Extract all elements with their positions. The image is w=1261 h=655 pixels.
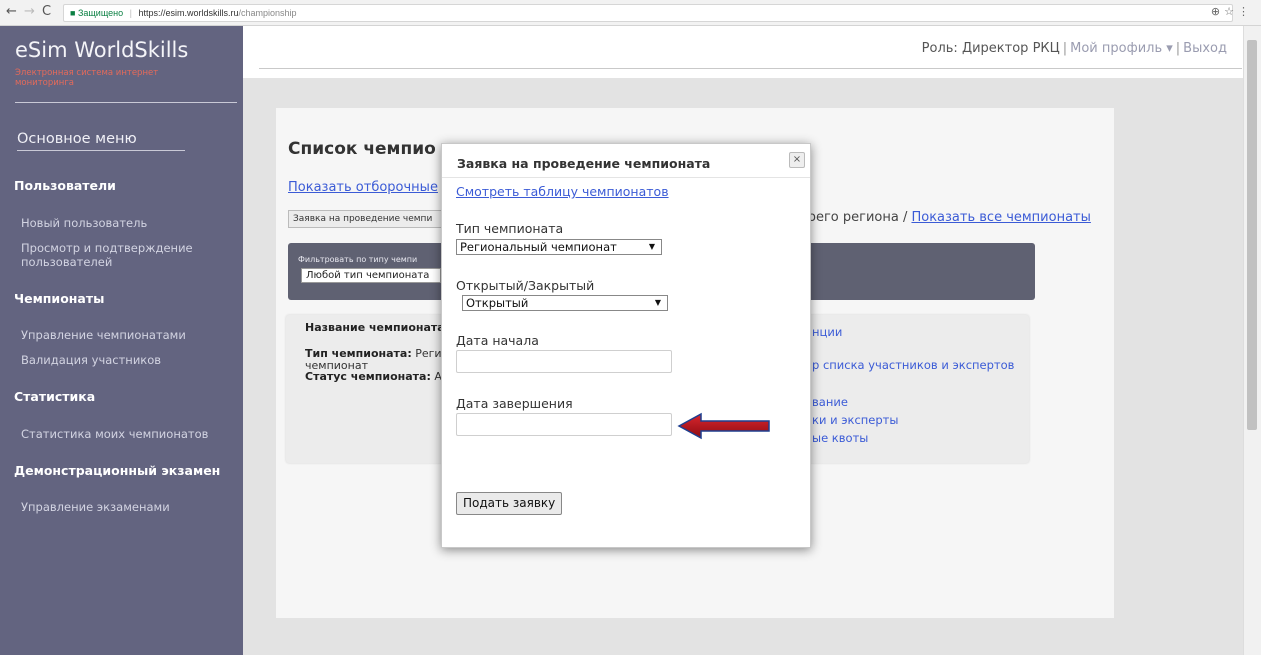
start-date-label: Дата начала [456,333,539,348]
sidebar: eSim WorldSkills Электронная система инт… [0,26,243,655]
filter-type-select[interactable]: Любой тип чемпионата [301,268,441,283]
section-users: Пользователи [14,178,116,193]
chevron-down-icon: ▼ [648,242,655,251]
show-all-championships-link[interactable]: Показать все чемпионаты [911,210,1090,225]
region-label: оего региона / [808,210,908,225]
forward-icon[interactable]: → [24,4,35,19]
sidebar-item-validate-participants[interactable]: Валидация участников [21,353,231,367]
card-status: Статус чемпионата: А [305,370,442,383]
view-championships-table-link[interactable]: Смотреть таблицу чемпионатов [456,184,669,199]
card-link-experts[interactable]: ки и эксперты [812,413,898,427]
annotation-arrow-icon [677,412,770,440]
start-date-input[interactable] [456,350,672,373]
card-name-label: Название чемпионата [305,321,445,334]
open-closed-select[interactable]: Открытый ▼ [462,295,668,311]
brand-subtitle: Электронная система интернет мониторинга [15,68,159,88]
section-championships: Чемпионаты [14,291,105,306]
submit-request-button[interactable]: Подать заявку [456,492,563,515]
open-closed-label: Открытый/Закрытый [456,278,595,293]
sidebar-divider [15,102,237,103]
page-title: Список чемпио [288,139,436,159]
sidebar-item-new-user[interactable]: Новый пользователь [21,216,231,230]
browser-actions-icons[interactable]: ⊕☆⋮ [1211,5,1253,18]
card-link-edit[interactable]: вание [812,395,848,409]
championship-type-select[interactable]: Региональный чемпионат ▼ [456,239,662,255]
sidebar-item-my-statistics[interactable]: Статистика моих чемпионатов [21,427,231,441]
url-host: https://esim.worldskills.ru [138,8,239,18]
end-date-label: Дата завершения [456,396,573,411]
card-link-participants-view[interactable]: р списка участников и экспертов [812,358,1014,372]
modal-divider [442,177,810,178]
address-bar[interactable]: ■ Защищено | https://esim.worldskills.ru… [63,4,1233,22]
region-filter-text: оего региона / Показать все чемпионаты [808,210,1091,225]
scrollbar-thumb[interactable] [1247,40,1257,430]
chevron-down-icon: ▼ [654,298,661,307]
request-modal: Заявка на проведение чемпионата × Смотре… [441,143,811,548]
show-qualifiers-link[interactable]: Показать отборочные [288,180,438,195]
championship-type-label: Тип чемпионата [456,221,564,236]
section-demo-exam: Демонстрационный экзамен [14,463,221,478]
profile-link[interactable]: Мой профиль ▾ [1070,41,1173,56]
filter-label: Фильтровать по типу чемпи [298,255,418,264]
end-date-input[interactable] [456,413,672,436]
url-path: /championship [238,8,297,18]
request-championship-button[interactable]: Заявка на проведение чемпи [288,210,448,228]
reload-icon[interactable]: C [42,4,51,19]
main-menu-heading: Основное меню [17,131,185,151]
card-link-quotas[interactable]: ые квоты [812,431,868,445]
sidebar-item-manage-championships[interactable]: Управление чемпионатами [21,328,231,342]
lock-icon: ■ [70,8,76,18]
sidebar-item-manage-exams[interactable]: Управление экзаменами [21,500,231,514]
modal-title: Заявка на проведение чемпионата [457,156,711,171]
sidebar-item-view-users[interactable]: Просмотр и подтверждение пользователей [21,241,231,269]
card-type: Тип чемпионата: Реги [305,347,442,360]
secure-label: Защищено [77,8,124,18]
user-links: Роль: Директор РКЦ | Мой профиль ▾ | Выход [921,41,1227,56]
back-icon[interactable]: ← [6,4,17,19]
section-statistics: Статистика [14,389,96,404]
close-icon[interactable]: × [789,152,805,168]
top-bar: Роль: Директор РКЦ | Мой профиль ▾ | Выход [259,26,1242,69]
role-label: Роль: Директор РКЦ [921,41,1060,56]
brand-title[interactable]: eSim WorldSkills [15,38,188,62]
card-link-nominations[interactable]: нции [812,325,842,339]
logout-link[interactable]: Выход [1183,41,1227,56]
browser-toolbar: ← → C ■ Защищено | https://esim.worldski… [0,0,1261,26]
